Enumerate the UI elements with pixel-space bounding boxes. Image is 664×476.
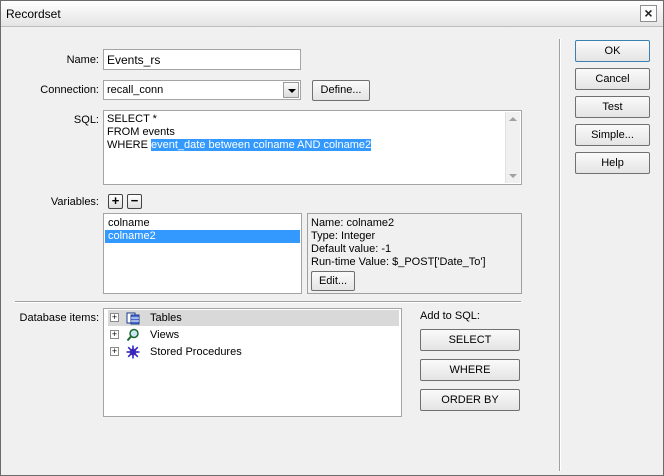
connection-select[interactable]: recall_conn	[103, 80, 301, 100]
variable-item-colname2[interactable]: colname2	[105, 230, 300, 243]
add-order-by-button[interactable]: ORDER BY	[420, 389, 520, 411]
add-to-sql-label: Add to SQL:	[420, 310, 480, 322]
recordset-dialog: Recordset × Name: Events_rs Connection: …	[0, 0, 664, 476]
expand-icon[interactable]: +	[110, 347, 119, 356]
tree-item-label: Stored Procedures	[150, 346, 242, 358]
plus-icon: +	[111, 193, 120, 208]
tables-icon	[126, 312, 140, 325]
variables-list[interactable]: colname colname2	[103, 213, 302, 294]
sql-selection: event_date between colname AND colname2	[151, 139, 372, 151]
database-items-label: Database items:	[19, 312, 99, 324]
cancel-button[interactable]: Cancel	[575, 68, 650, 90]
ok-button[interactable]: OK	[575, 40, 650, 62]
side-divider	[559, 39, 561, 471]
minus-icon: −	[130, 193, 139, 208]
variable-detail-type: Type: Integer	[311, 230, 376, 242]
close-icon: ×	[644, 5, 653, 21]
views-icon	[126, 328, 139, 342]
scroll-up-icon[interactable]	[506, 112, 520, 126]
window-title: Recordset	[6, 7, 61, 21]
define-button[interactable]: Define...	[312, 80, 370, 101]
variables-label: Variables:	[50, 196, 99, 208]
help-button[interactable]: Help	[575, 152, 650, 174]
sql-label: SQL:	[73, 114, 99, 126]
tree-item-stored-procedures[interactable]: + Stored Procedures	[108, 344, 399, 360]
sql-line-1: SELECT *	[107, 113, 157, 125]
remove-variable-button[interactable]: −	[127, 194, 142, 209]
name-input-value: Events_rs	[107, 53, 161, 67]
connection-value: recall_conn	[107, 84, 164, 96]
edit-variable-button[interactable]: Edit...	[311, 271, 355, 291]
tree-item-label: Views	[150, 329, 180, 341]
expand-icon[interactable]: +	[110, 330, 119, 339]
tree-item-views[interactable]: + Views	[108, 327, 399, 343]
variable-details: Name: colname2 Type: Integer Default val…	[307, 213, 522, 294]
database-items-tree[interactable]: + Tables + Views + Stored Procedures	[103, 308, 402, 417]
add-variable-button[interactable]: +	[108, 194, 123, 209]
sql-line-2: FROM events	[107, 126, 175, 138]
close-button[interactable]: ×	[640, 5, 657, 22]
sql-line-3-text: WHERE	[107, 139, 151, 151]
test-button[interactable]: Test	[575, 96, 650, 118]
simple-button[interactable]: Simple...	[575, 124, 650, 146]
stored-procedures-icon	[126, 345, 140, 359]
variable-detail-default: Default value: -1	[311, 243, 392, 255]
sql-scrollbar[interactable]	[505, 112, 520, 183]
divider	[15, 301, 521, 303]
variable-detail-name: Name: colname2	[311, 217, 395, 229]
sql-textarea[interactable]: SELECT * FROM events WHERE event_date be…	[103, 110, 522, 185]
tree-item-label: Tables	[150, 312, 182, 324]
tree-item-tables[interactable]: + Tables	[108, 310, 399, 326]
title-bar[interactable]: Recordset ×	[1, 1, 663, 27]
name-label: Name:	[66, 54, 99, 66]
chevron-down-icon[interactable]	[283, 82, 299, 98]
variable-item-colname[interactable]: colname	[105, 217, 300, 230]
name-input[interactable]: Events_rs	[103, 49, 301, 70]
variable-detail-runtime: Run-time Value: $_POST['Date_To']	[311, 256, 486, 268]
add-where-button[interactable]: WHERE	[420, 359, 520, 381]
expand-icon[interactable]: +	[110, 313, 119, 322]
connection-label: Connection:	[40, 84, 99, 96]
sql-line-3: WHERE event_date between colname AND col…	[107, 139, 372, 151]
scroll-down-icon[interactable]	[506, 169, 520, 183]
add-select-button[interactable]: SELECT	[420, 329, 520, 351]
